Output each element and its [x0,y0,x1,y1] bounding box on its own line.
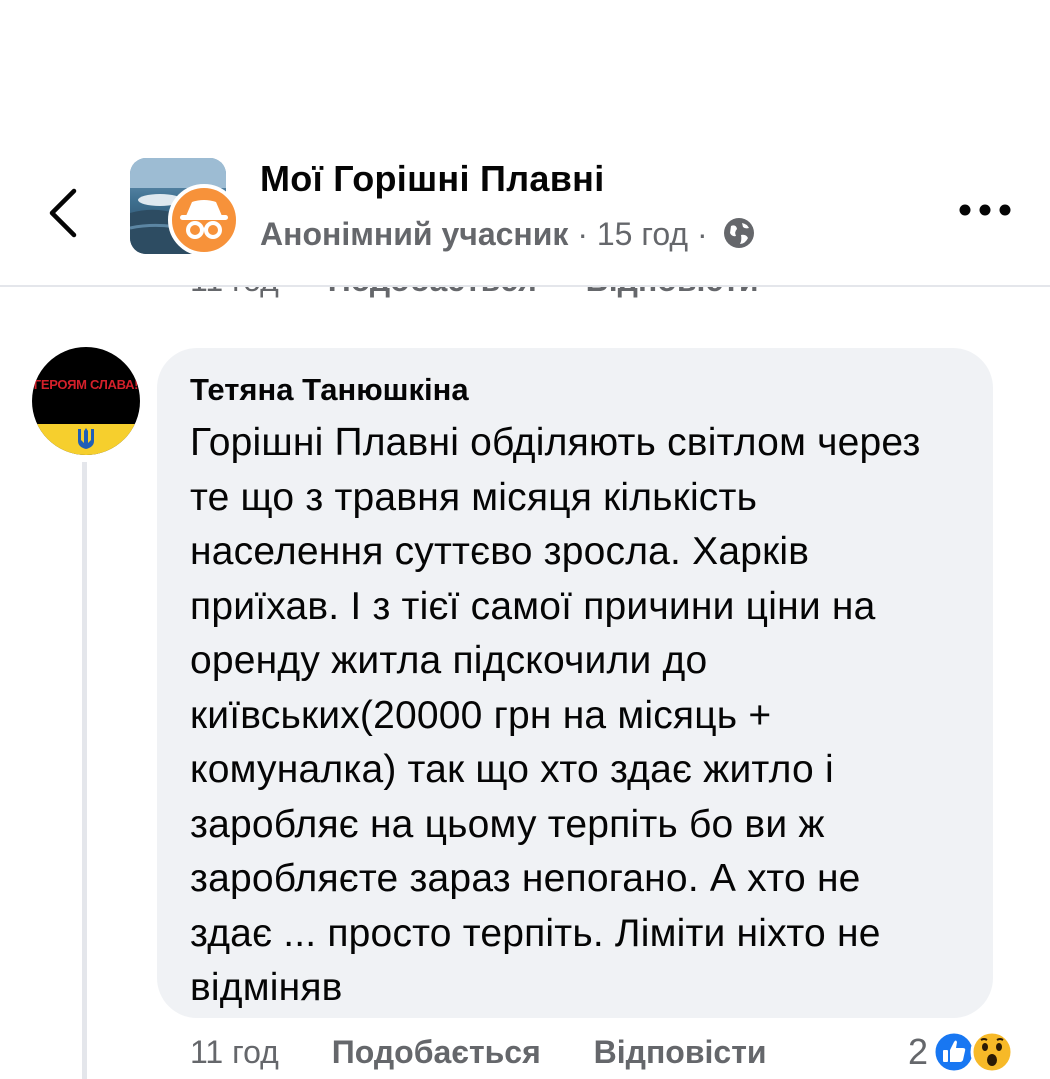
reaction-summary[interactable]: 2 [908,1030,1014,1074]
comment-line: те що з травня місяця кількість [190,475,758,519]
comment-text: Горішні Плавні обділяють світлом через т… [190,416,961,1016]
post-time[interactable]: 15 год [597,216,688,252]
anonymous-author: Анонімний учасник [260,216,569,252]
chevron-left-icon[interactable] [40,185,90,241]
incognito-icon [168,184,240,256]
comment-line: приїхав. І з тієї самої причини ціни на [190,584,876,628]
comment-line: заробляє на цьому терпіть бо ви ж [190,802,825,846]
comment-author[interactable]: Тетяна Танюшкіна [190,370,961,410]
comment-actions: 11 год Подобається Відповісти [190,1034,811,1071]
comment-line: Горішні Плавні обділяють світлом через [190,421,921,464]
comment-line: київських(20000 грн на місяць + [190,693,772,737]
comment-line: відміняв [190,966,343,1009]
comment-line: комуналка) так що хто здає житло і [190,748,834,791]
comment-time: 11 год [190,1034,279,1070]
post-header: Мої Горішні Плавні Анонімний учасник · 1… [0,0,1050,287]
group-name[interactable]: Мої Горішні Плавні [260,158,605,200]
trident-icon [78,428,94,449]
wow-reaction-icon [970,1030,1014,1074]
more-icon[interactable] [955,195,1015,225]
thread-line [82,462,87,1079]
avatar-slogan: ГЕРОЯМ СЛАВА! [33,377,139,392]
meta-separator: · [696,216,708,252]
comment-line: здає ... просто терпіть. Ліміти ніхто не [190,911,881,955]
comment-line: оренду житла підскочили до [190,639,708,682]
globe-icon [723,218,754,248]
post-meta: Анонімний учасник · 15 год · [260,216,755,253]
reply-button[interactable]: Відповісти [594,1034,767,1070]
commenter-avatar[interactable]: ГЕРОЯМ СЛАВА! [32,347,140,455]
meta-separator: · [577,216,588,252]
comment-line: населення суттєво зросла. Харків [190,530,810,573]
comment-line: заробляєте зараз непогано. А хто не [190,857,861,900]
reaction-count: 2 [908,1031,929,1072]
like-button[interactable]: Подобається [332,1034,541,1070]
comment-bubble[interactable]: Тетяна Танюшкіна Горішні Плавні обділяют… [157,348,993,1018]
